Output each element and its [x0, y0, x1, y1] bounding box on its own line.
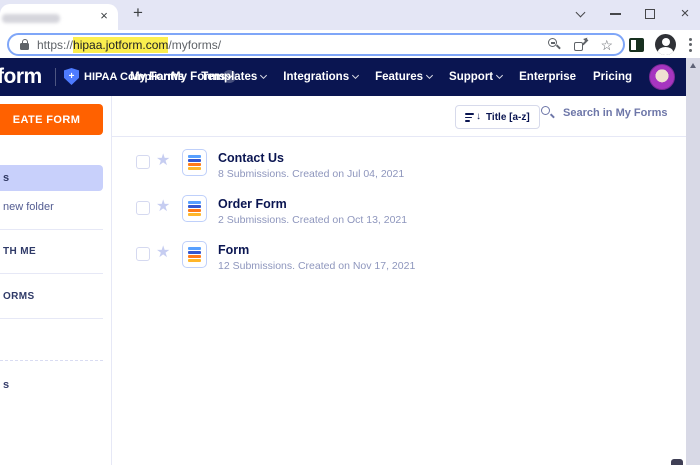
sidebar-divider — [0, 229, 103, 230]
search-placeholder: Search in My Forms — [563, 107, 668, 119]
site-header: form + HIPAA Compliant My Forms My Forms… — [0, 58, 686, 96]
sidebar-item-shared-with-me[interactable]: TH ME — [3, 246, 36, 257]
nav-item-pricing[interactable]: Pricing — [593, 71, 632, 83]
forms-list: ★ Contact Us 8 Submissions. Created on J… — [112, 145, 686, 283]
window-controls: × — [573, 2, 692, 26]
lock-icon[interactable] — [20, 39, 29, 51]
browser-window: × + × https://hipaa.jotform.com/myforms/… — [0, 0, 700, 465]
sidebar-dotted-divider — [0, 360, 103, 361]
sidebar-item-archived-forms[interactable]: ORMS — [3, 291, 35, 302]
chevron-down-icon — [352, 72, 359, 79]
nav-item-features[interactable]: Features — [375, 71, 432, 83]
form-row[interactable]: ★ Order Form 2 Submissions. Created on O… — [112, 191, 686, 237]
form-icon — [182, 241, 207, 268]
page-scrollbar[interactable] — [686, 58, 700, 465]
scrollbar-up-arrow-icon[interactable] — [690, 63, 696, 68]
bookmark-star-icon[interactable]: ☆ — [600, 38, 613, 52]
nav-item-templates[interactable]: Templates — [201, 71, 266, 83]
form-icon — [182, 149, 207, 176]
form-meta: 12 Submissions. Created on Nov 17, 2021 — [218, 260, 415, 272]
hipaa-shield-icon: + — [64, 68, 79, 85]
address-bar[interactable]: https://hipaa.jotform.com/myforms/ ☆ — [7, 33, 625, 56]
nav-item-label: Features — [375, 71, 423, 83]
url-highlighted-domain: hipaa.jotform.com — [73, 37, 168, 53]
zoom-out-icon[interactable] — [548, 38, 561, 51]
window-menu-chevron-icon[interactable] — [573, 7, 587, 21]
sidebar-create-new-folder[interactable]: new folder — [3, 201, 54, 213]
browser-toolbar: https://hipaa.jotform.com/myforms/ ☆ — [0, 30, 700, 58]
form-checkbox[interactable] — [136, 155, 150, 169]
nav-item-label: Support — [449, 71, 493, 83]
form-row[interactable]: ★ Contact Us 8 Submissions. Created on J… — [112, 145, 686, 191]
jotform-logo[interactable]: form — [0, 65, 42, 89]
chevron-down-icon — [496, 72, 503, 79]
header-divider — [55, 68, 56, 86]
sidebar-item-bottom[interactable]: s — [3, 379, 9, 391]
page-content: EATE FORM s new folder TH ME ORMS s ↓ Ti… — [0, 96, 686, 465]
form-title[interactable]: Contact Us — [218, 151, 404, 165]
form-meta: 2 Submissions. Created on Oct 13, 2021 — [218, 214, 407, 226]
user-avatar[interactable] — [649, 64, 675, 90]
sidebar-item-selected[interactable]: s — [0, 165, 103, 191]
window-maximize-button[interactable] — [643, 7, 657, 21]
tab-close-icon[interactable]: × — [96, 8, 112, 24]
chevron-down-icon — [260, 72, 267, 79]
form-info[interactable]: Order Form 2 Submissions. Created on Oct… — [218, 197, 407, 226]
address-bar-icons: ☆ — [548, 35, 613, 54]
nav-item-integrations[interactable]: Integrations — [283, 71, 358, 83]
form-checkbox[interactable] — [136, 201, 150, 215]
form-icon — [182, 195, 207, 222]
tab-strip: × + × — [0, 0, 700, 30]
url-text[interactable]: https://hipaa.jotform.com/myforms/ — [37, 38, 221, 52]
search-forms[interactable]: Search in My Forms — [541, 106, 668, 119]
sidebar-divider — [0, 273, 103, 274]
sort-button-label: Title [a-z] — [486, 112, 530, 123]
favorite-star-icon[interactable]: ★ — [156, 150, 170, 170]
sidebar-divider — [0, 318, 103, 319]
form-info[interactable]: Form 12 Submissions. Created on Nov 17, … — [218, 243, 415, 272]
form-meta: 8 Submissions. Created on Jul 04, 2021 — [218, 168, 404, 180]
url-suffix: /myforms/ — [168, 38, 221, 52]
side-panel-icon[interactable] — [629, 38, 644, 52]
window-close-button[interactable]: × — [678, 7, 692, 21]
form-title[interactable]: Order Form — [218, 197, 407, 211]
sort-button[interactable]: ↓ Title [a-z] — [455, 105, 540, 129]
nav-item-support[interactable]: Support — [449, 71, 502, 83]
nav-item-label: My Forms — [130, 71, 184, 83]
header-nav: My Forms Templates Integrations Features Sup… — [130, 58, 632, 96]
tab-title-redacted — [2, 14, 60, 23]
nav-item-label: Integrations — [283, 71, 349, 83]
browser-tab[interactable]: × — [0, 4, 118, 30]
browser-profile-avatar[interactable] — [655, 34, 676, 55]
nav-item-enterprise[interactable]: Enterprise — [519, 71, 576, 83]
new-tab-button[interactable]: + — [128, 3, 148, 23]
nav-item-label: Pricing — [593, 71, 632, 83]
browser-menu-icon[interactable] — [687, 36, 694, 54]
search-icon — [541, 106, 554, 119]
sidebar: EATE FORM s new folder TH ME ORMS s — [0, 96, 112, 465]
forms-toolbar: ↓ Title [a-z] Search in My Forms — [112, 96, 686, 137]
url-prefix: https:// — [37, 38, 73, 52]
sort-icon: ↓ — [465, 111, 481, 123]
nav-item-label: Enterprise — [519, 71, 576, 83]
nav-item-label: Templates — [201, 71, 257, 83]
form-checkbox[interactable] — [136, 247, 150, 261]
form-title[interactable]: Form — [218, 243, 415, 257]
window-minimize-button[interactable] — [608, 7, 622, 21]
cutoff-widget — [671, 459, 683, 465]
share-icon[interactable] — [574, 39, 587, 51]
form-row[interactable]: ★ Form 12 Submissions. Created on Nov 17… — [112, 237, 686, 283]
form-info[interactable]: Contact Us 8 Submissions. Created on Jul… — [218, 151, 404, 180]
main-area: ↓ Title [a-z] Search in My Forms ★ Conta… — [112, 96, 686, 465]
favorite-star-icon[interactable]: ★ — [156, 242, 170, 262]
favorite-star-icon[interactable]: ★ — [156, 196, 170, 216]
create-form-button[interactable]: EATE FORM — [0, 104, 103, 135]
chevron-down-icon — [426, 72, 433, 79]
nav-item-my-forms[interactable]: My Forms — [130, 71, 184, 83]
browser-action-icons — [629, 34, 694, 55]
